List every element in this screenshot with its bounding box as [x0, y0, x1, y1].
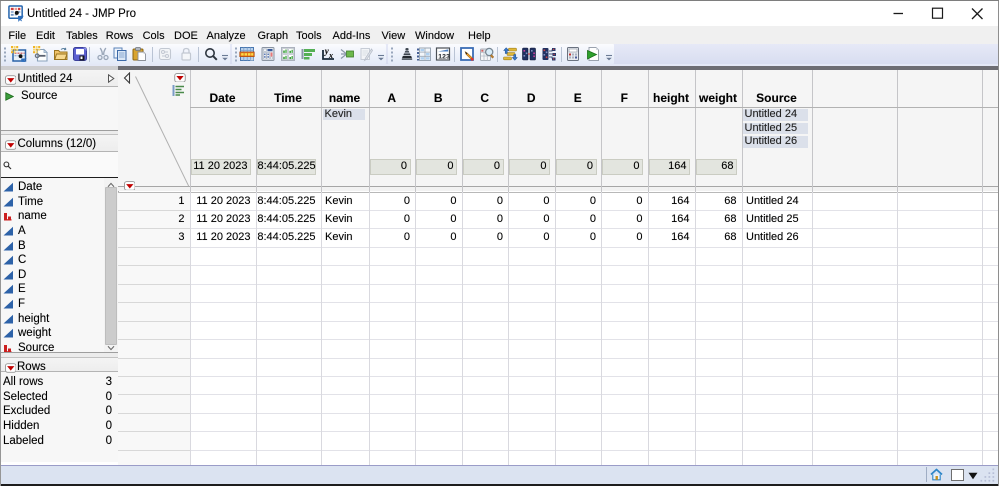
svg-text:x: x [328, 51, 333, 60]
svg-text:123: 123 [438, 53, 450, 60]
